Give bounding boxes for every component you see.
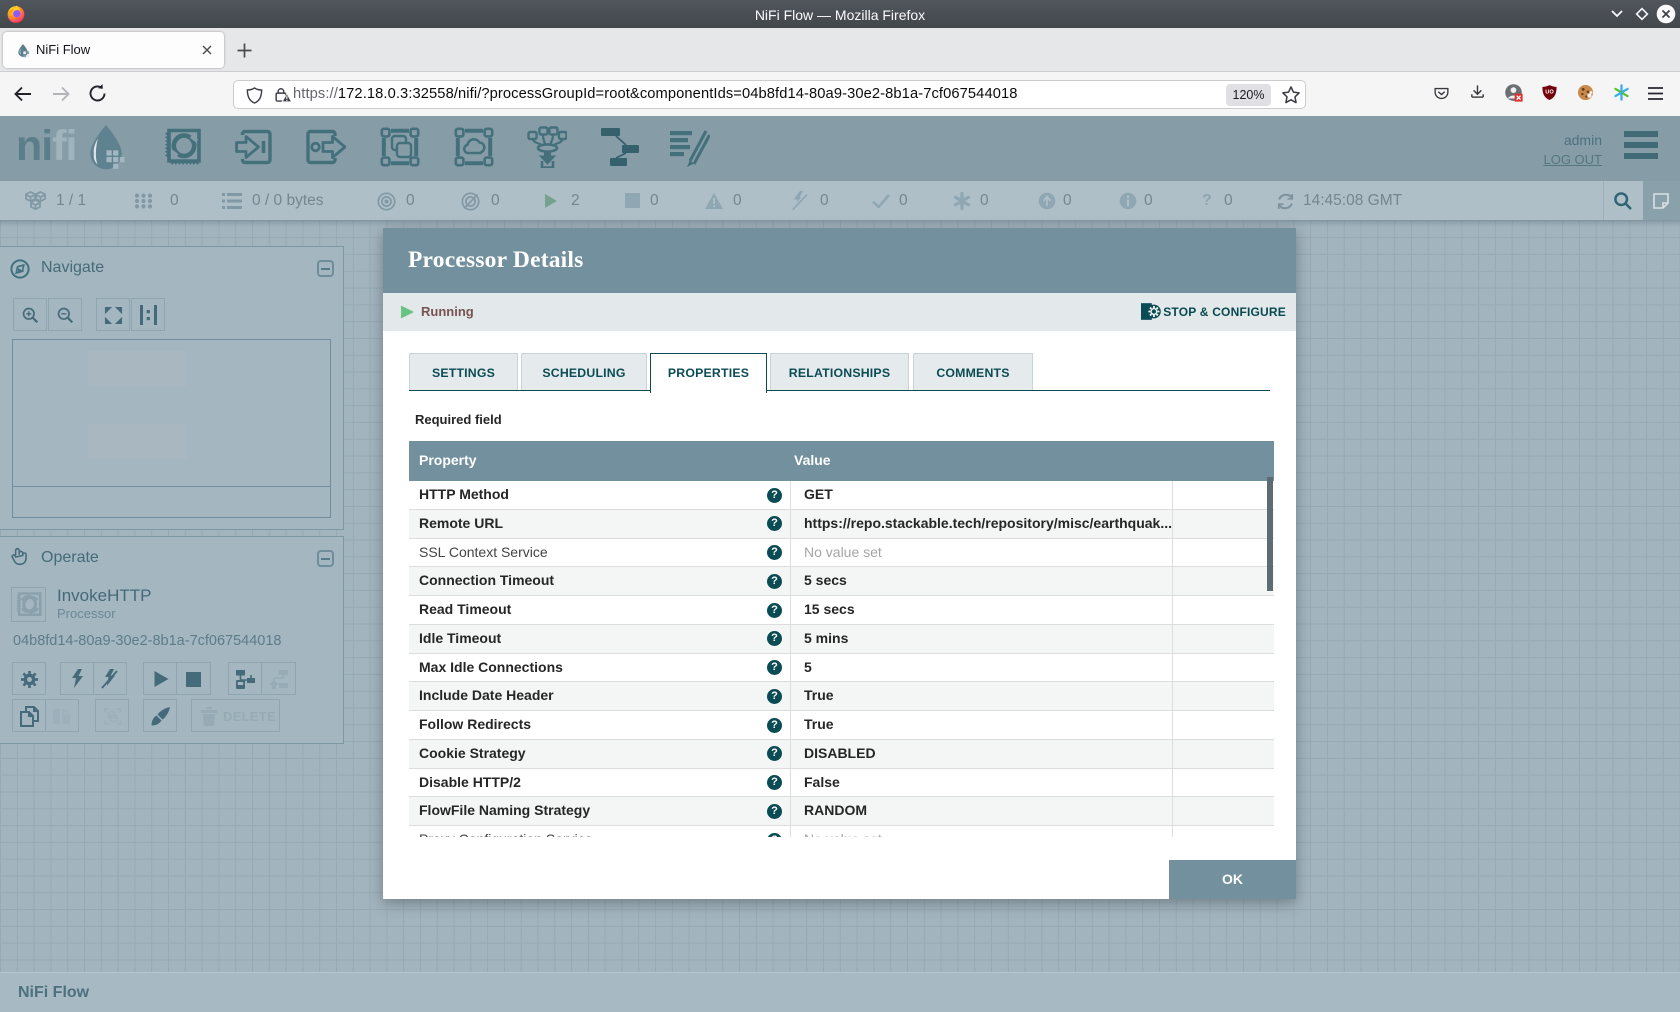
svg-text:UO: UO [1545, 90, 1554, 96]
